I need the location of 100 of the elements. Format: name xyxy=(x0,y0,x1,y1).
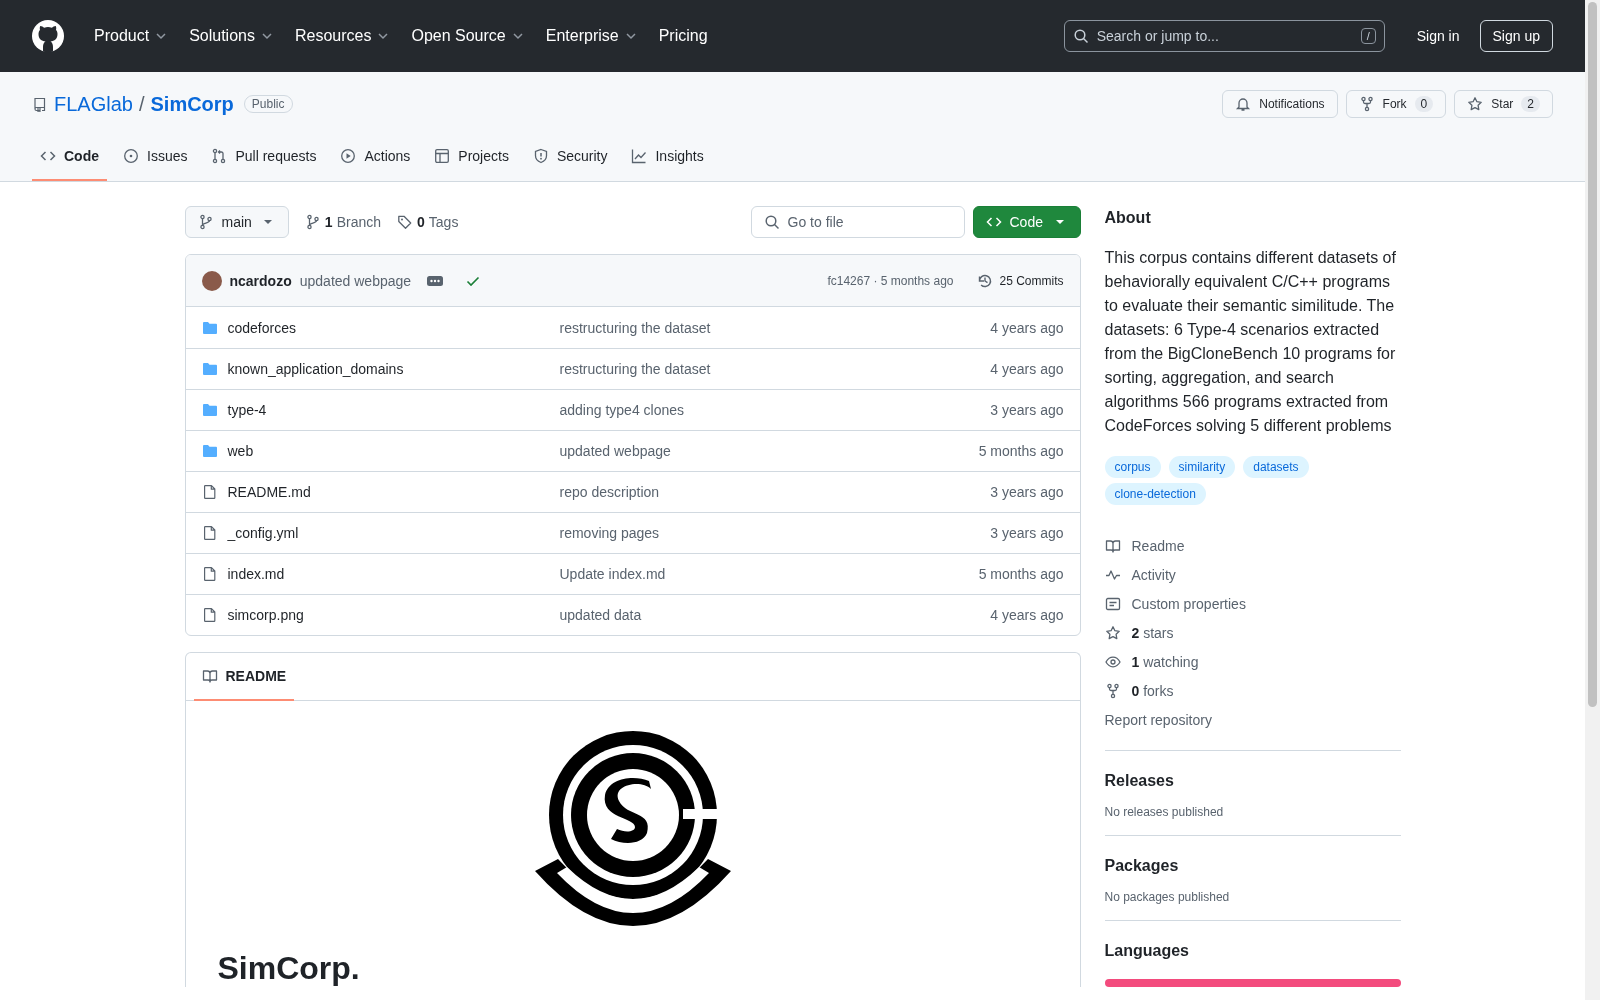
watching-link[interactable]: 1 watching xyxy=(1104,647,1401,676)
topic-tag[interactable]: clone-detection xyxy=(1104,483,1206,505)
topic-tag[interactable]: datasets xyxy=(1243,456,1309,478)
repo-tab[interactable]: Issues xyxy=(115,133,196,181)
properties-link[interactable]: Custom properties xyxy=(1104,589,1401,618)
star-icon xyxy=(1467,96,1484,112)
branch-select[interactable]: main xyxy=(184,206,289,238)
owner-link[interactable]: FLAGlab xyxy=(54,92,133,116)
repo-tab[interactable]: Pull requests xyxy=(203,133,325,181)
commit-message-link[interactable]: restructuring the dataset xyxy=(559,361,711,377)
nav-menu[interactable]: Enterprise xyxy=(537,21,647,51)
file-name-link[interactable]: simcorp.png xyxy=(227,607,304,623)
search-placeholder: Search or jump to... xyxy=(1096,28,1220,44)
book-icon xyxy=(1104,537,1121,554)
folder-icon xyxy=(201,319,218,336)
tag-icon xyxy=(397,214,413,230)
commit-message-link[interactable]: updated webpage xyxy=(559,443,671,459)
readme-link[interactable]: Readme xyxy=(1104,531,1401,560)
book-icon xyxy=(201,668,218,684)
commit-message-link[interactable]: adding type4 clones xyxy=(559,402,685,418)
empty-note: No packages published xyxy=(1104,890,1231,904)
file-name-link[interactable]: README.md xyxy=(227,484,311,500)
report-link[interactable]: Report repository xyxy=(1104,705,1401,734)
repo-tab[interactable]: Code xyxy=(32,133,107,181)
nav-menu[interactable]: Product xyxy=(86,21,178,51)
commit-message-link[interactable]: Update index.md xyxy=(559,566,666,582)
folder-icon xyxy=(201,402,218,418)
readme-heading: SimCorp. xyxy=(217,949,361,987)
star-button[interactable]: Star 2 xyxy=(1454,90,1553,118)
file-icon xyxy=(201,566,218,582)
search-field[interactable]: Search or jump to... / xyxy=(1063,20,1385,52)
count-badge: 2 xyxy=(1521,96,1540,112)
repo-tab[interactable]: Security xyxy=(524,133,616,181)
repo-tab[interactable]: Projects xyxy=(426,133,517,181)
file-name-link[interactable]: type-4 xyxy=(227,402,267,418)
play-icon xyxy=(340,148,357,164)
logo-icon[interactable] xyxy=(32,20,64,52)
repo-tab[interactable]: Insights xyxy=(623,133,712,181)
nav-menu[interactable]: Resources xyxy=(286,21,400,51)
stars-link[interactable]: 2 stars xyxy=(1104,618,1401,647)
file-name-link[interactable]: web xyxy=(227,443,254,459)
note-icon xyxy=(1104,595,1121,612)
fork-button[interactable]: Fork 0 xyxy=(1345,90,1447,118)
shield-icon xyxy=(532,148,549,164)
scrollbar[interactable] xyxy=(1585,0,1600,1000)
go-to-file-field[interactable]: Go to file xyxy=(750,206,965,238)
about-heading: About xyxy=(1104,208,1152,228)
count-badge: 0 xyxy=(1414,96,1434,112)
commits-link[interactable]: 25 Commits xyxy=(977,268,1064,293)
branch-name: main xyxy=(221,214,252,230)
readme-tab[interactable]: README xyxy=(193,653,295,701)
nav-menu[interactable]: Solutions xyxy=(181,21,283,51)
code-button[interactable]: Code xyxy=(972,206,1081,238)
sign-up-button[interactable]: Sign up xyxy=(1479,20,1553,52)
topic-tag[interactable]: similarity xyxy=(1168,456,1236,478)
commit-message-link[interactable]: restructuring the dataset xyxy=(559,319,711,336)
sign-in-link[interactable]: Sign in xyxy=(1408,22,1468,50)
tags-link[interactable]: 0 Tags xyxy=(397,214,459,230)
branch-icon xyxy=(197,214,214,230)
file-icon xyxy=(201,607,218,623)
search-icon xyxy=(1072,28,1089,44)
empty-note: No releases published xyxy=(1104,805,1225,819)
repo-name-link[interactable]: SimCorp xyxy=(150,92,234,116)
commit-message-link[interactable]: updated data xyxy=(559,607,642,623)
branches-link[interactable]: 1 Branch xyxy=(304,214,381,230)
avatar xyxy=(201,270,222,291)
file-name-link[interactable]: index.md xyxy=(227,566,285,582)
commit-message-link[interactable]: repo description xyxy=(559,484,660,500)
topic-tag[interactable]: corpus xyxy=(1104,456,1161,478)
commit-age: 3 years ago xyxy=(990,525,1064,541)
path-separator: / xyxy=(138,92,145,116)
file-icon xyxy=(201,525,218,541)
nav-menu[interactable]: Pricing xyxy=(650,21,716,51)
fork-icon xyxy=(1358,96,1375,112)
file-name-link[interactable]: _config.yml xyxy=(227,525,299,541)
commit-message-link[interactable]: removing pages xyxy=(559,525,660,541)
file-name-link[interactable]: codeforces xyxy=(227,319,296,336)
shortcut-key: / xyxy=(1360,28,1376,44)
forks-link[interactable]: 0 forks xyxy=(1104,676,1401,705)
section-heading: Languages xyxy=(1104,941,1190,961)
folder-icon xyxy=(201,443,218,459)
folder-icon xyxy=(201,361,218,377)
table-icon xyxy=(434,148,451,164)
activity-link[interactable]: Activity xyxy=(1104,560,1401,589)
circle-dot-icon xyxy=(123,148,139,164)
commit-meta: fc14267 · 5 months ago xyxy=(827,273,954,288)
commit-age: 4 years ago xyxy=(990,607,1064,623)
section-heading: Releases xyxy=(1104,771,1175,791)
file-name-link[interactable]: known_application_domains xyxy=(227,361,404,377)
repo-tab[interactable]: Actions xyxy=(332,133,419,181)
repo-description: This corpus contains different datasets of behaviorally equivalent C/C++ programs to evaluate their semantic similitude. The datasets: 6 Type-4 scenarios extracted from the BigCloneBench 10 programs for sorting, aggregation, and search algorithms 566 programs extracted from CodeForces solving 5 different problems xyxy=(1104,248,1397,436)
repo-icon xyxy=(32,96,48,112)
fork-icon xyxy=(1104,682,1121,699)
commit-age: 5 months ago xyxy=(978,443,1064,459)
commit-age: 4 years ago xyxy=(990,361,1064,377)
nav-menu[interactable]: Open Source xyxy=(403,21,534,51)
author-link[interactable]: ncardozo xyxy=(229,272,292,289)
section-heading: Packages xyxy=(1104,856,1180,876)
bell-icon xyxy=(1235,96,1252,112)
notifications-button[interactable]: Notifications xyxy=(1222,90,1338,118)
